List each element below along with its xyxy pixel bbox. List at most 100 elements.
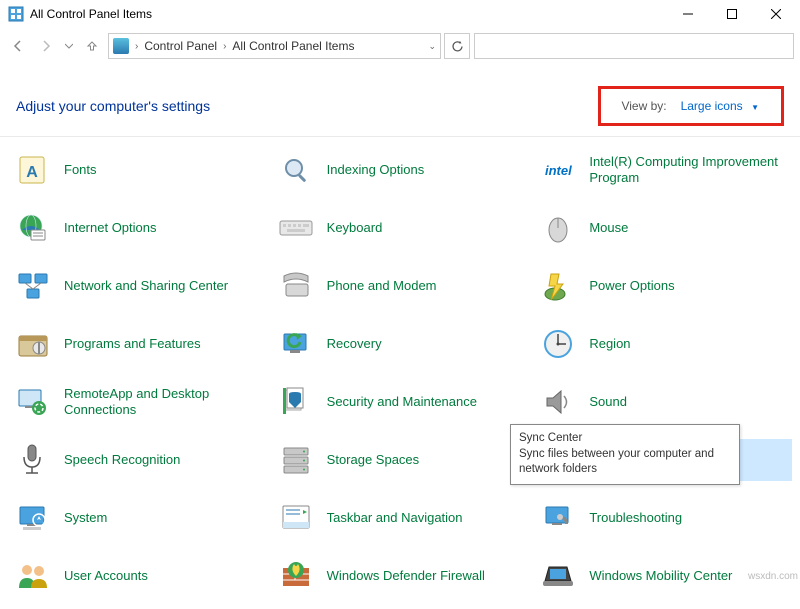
viewby-dropdown[interactable]: Large icons ▼ <box>681 97 759 115</box>
close-button[interactable] <box>754 0 798 28</box>
forward-button[interactable] <box>34 34 58 58</box>
item-label: RemoteApp and Desktop Connections <box>64 386 259 419</box>
power-icon <box>541 269 575 303</box>
sound-icon <box>541 385 575 419</box>
item-label: Troubleshooting <box>589 510 682 526</box>
tooltip: Sync Center Sync files between your comp… <box>510 424 740 485</box>
item-label: Fonts <box>64 162 97 178</box>
window-title: All Control Panel Items <box>30 7 666 21</box>
viewby-label: View by: <box>621 99 666 113</box>
phone-icon <box>279 269 313 303</box>
item-programs-features[interactable]: Programs and Features <box>8 323 267 365</box>
view-by-highlight: View by: Large icons ▼ <box>598 86 784 126</box>
item-label: Network and Sharing Center <box>64 278 228 294</box>
item-remoteapp[interactable]: RemoteApp and Desktop Connections <box>8 381 267 423</box>
item-power-options[interactable]: Power Options <box>533 265 792 307</box>
item-label: Mouse <box>589 220 628 236</box>
item-storage-spaces[interactable]: Storage Spaces <box>271 439 530 481</box>
speech-icon <box>16 443 50 477</box>
item-network-sharing[interactable]: Network and Sharing Center <box>8 265 267 307</box>
taskbar-icon <box>279 501 313 535</box>
item-system[interactable]: System <box>8 497 267 539</box>
firewall-icon <box>279 559 313 593</box>
item-label: Speech Recognition <box>64 452 180 468</box>
item-internet-options[interactable]: Internet Options <box>8 207 267 249</box>
address-bar[interactable]: › Control Panel › All Control Panel Item… <box>108 33 441 59</box>
item-windows-defender-firewall[interactable]: Windows Defender Firewall <box>271 555 530 597</box>
item-troubleshooting[interactable]: Troubleshooting <box>533 497 792 539</box>
page-title: Adjust your computer's settings <box>16 98 210 114</box>
item-label: Security and Maintenance <box>327 394 477 410</box>
storage-icon <box>279 443 313 477</box>
maximize-button[interactable] <box>710 0 754 28</box>
nav-row: › Control Panel › All Control Panel Item… <box>0 28 800 64</box>
remoteapp-icon <box>16 385 50 419</box>
region-icon <box>541 327 575 361</box>
item-sound[interactable]: Sound <box>533 381 792 423</box>
viewby-value: Large icons <box>681 99 743 113</box>
item-fonts[interactable]: A Fonts <box>8 149 267 191</box>
item-label: System <box>64 510 107 526</box>
minimize-button[interactable] <box>666 0 710 28</box>
item-label: Taskbar and Navigation <box>327 510 463 526</box>
item-label: Internet Options <box>64 220 157 236</box>
addr-control-panel-icon <box>113 38 129 54</box>
titlebar: All Control Panel Items <box>0 0 800 28</box>
item-label: Programs and Features <box>64 336 201 352</box>
intel-icon: intel <box>541 153 575 187</box>
item-user-accounts[interactable]: User Accounts <box>8 555 267 597</box>
programs-icon <box>16 327 50 361</box>
chevron-right-icon: › <box>135 41 138 52</box>
recent-dropdown[interactable] <box>62 34 76 58</box>
item-taskbar-navigation[interactable]: Taskbar and Navigation <box>271 497 530 539</box>
item-label: Storage Spaces <box>327 452 420 468</box>
item-label: Recovery <box>327 336 382 352</box>
item-recovery[interactable]: Recovery <box>271 323 530 365</box>
item-phone-modem[interactable]: Phone and Modem <box>271 265 530 307</box>
breadcrumb-all-items[interactable]: All Control Panel Items <box>232 39 354 53</box>
tooltip-title: Sync Center <box>519 431 731 447</box>
item-keyboard[interactable]: Keyboard <box>271 207 530 249</box>
item-region[interactable]: Region <box>533 323 792 365</box>
recovery-icon <box>279 327 313 361</box>
item-label: Intel(R) Computing Improvement Program <box>589 154 784 187</box>
caret-down-icon: ▼ <box>751 103 759 112</box>
header: Adjust your computer's settings View by:… <box>0 64 800 137</box>
item-label: Power Options <box>589 278 674 294</box>
item-indexing-options[interactable]: Indexing Options <box>271 149 530 191</box>
network-icon <box>16 269 50 303</box>
tooltip-body: Sync files between your computer and net… <box>519 447 731 478</box>
items-grid: A Fonts Indexing Options intel Intel(R) … <box>0 137 800 609</box>
breadcrumb-control-panel[interactable]: Control Panel <box>144 39 217 53</box>
item-label: Phone and Modem <box>327 278 437 294</box>
mobility-icon <box>541 559 575 593</box>
troubleshoot-icon <box>541 501 575 535</box>
security-icon <box>279 385 313 419</box>
refresh-button[interactable] <box>444 33 470 59</box>
system-icon <box>16 501 50 535</box>
users-icon <box>16 559 50 593</box>
control-panel-icon <box>8 6 24 22</box>
search-box[interactable] <box>474 33 794 59</box>
item-label: Keyboard <box>327 220 383 236</box>
item-label: Windows Mobility Center <box>589 568 732 584</box>
item-label: Sound <box>589 394 627 410</box>
item-speech-recognition[interactable]: Speech Recognition <box>8 439 267 481</box>
watermark: wsxdn.com <box>748 571 798 582</box>
fonts-icon: A <box>16 153 50 187</box>
item-intel-computing[interactable]: intel Intel(R) Computing Improvement Pro… <box>533 149 792 191</box>
item-security-maintenance[interactable]: Security and Maintenance <box>271 381 530 423</box>
indexing-icon <box>279 153 313 187</box>
item-label: Indexing Options <box>327 162 425 178</box>
item-label: User Accounts <box>64 568 148 584</box>
svg-text:A: A <box>26 164 38 181</box>
item-label: Region <box>589 336 630 352</box>
mouse-icon <box>541 211 575 245</box>
chevron-down-icon[interactable]: ⌄ <box>428 41 436 52</box>
item-mouse[interactable]: Mouse <box>533 207 792 249</box>
chevron-right-icon: › <box>223 41 226 52</box>
keyboard-icon <box>279 211 313 245</box>
search-input[interactable] <box>481 39 775 53</box>
back-button[interactable] <box>6 34 30 58</box>
up-button[interactable] <box>80 34 104 58</box>
